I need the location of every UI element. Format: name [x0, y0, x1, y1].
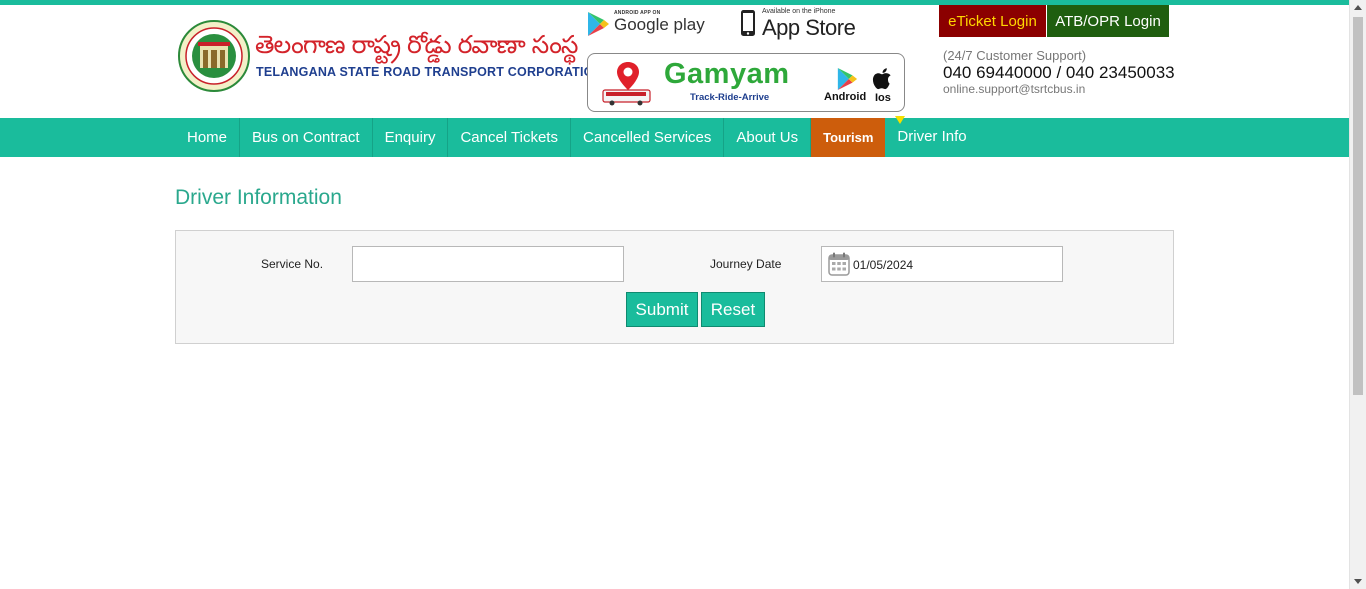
- support-phone-numbers: 040 69440000 / 040 23450033: [943, 63, 1175, 82]
- app-store-badge[interactable]: Available on the iPhone App Store: [740, 8, 856, 40]
- scroll-up-arrow-icon[interactable]: [1354, 5, 1362, 10]
- location-pin-icon: [617, 62, 639, 90]
- journey-date-label: Journey Date: [710, 257, 782, 271]
- customer-support-label: (24/7 Customer Support): [943, 48, 1087, 63]
- atb-opr-login-button[interactable]: ATB/OPR Login: [1047, 5, 1169, 37]
- nav-item-about-us[interactable]: About Us: [724, 118, 812, 157]
- scroll-down-arrow-icon[interactable]: [1354, 579, 1362, 584]
- vertical-scrollbar[interactable]: [1349, 0, 1366, 589]
- page-title: Driver Information: [175, 186, 342, 209]
- gamyam-title: Gamyam: [664, 58, 790, 90]
- main-navbar: Home Bus on Contract Enquiry Cancel Tick…: [0, 118, 1349, 157]
- play-store-icon: [837, 68, 858, 90]
- gamyam-app-banner[interactable]: Gamyam Track-Ride-Arrive Android Ios: [587, 53, 905, 112]
- eticket-login-button[interactable]: eTicket Login: [939, 5, 1046, 37]
- gamyam-android-label: Android: [824, 91, 867, 103]
- nav-item-cancel-tickets[interactable]: Cancel Tickets: [448, 118, 571, 157]
- reset-button[interactable]: Reset: [701, 292, 765, 327]
- scrollbar-thumb[interactable]: [1353, 17, 1363, 395]
- google-play-label: Google play: [614, 15, 705, 34]
- gamyam-ios-label: Ios: [875, 92, 891, 104]
- iphone-icon: [741, 10, 755, 36]
- nav-menu: Home Bus on Contract Enquiry Cancel Tick…: [175, 118, 979, 157]
- driver-info-form: Service No. Journey Date 01/05/2024 Subm…: [175, 230, 1174, 344]
- gamyam-tagline: Track-Ride-Arrive: [690, 92, 770, 103]
- nav-item-cancelled-services[interactable]: Cancelled Services: [571, 118, 725, 157]
- nav-item-tourism[interactable]: Tourism: [811, 118, 886, 157]
- nav-item-enquiry[interactable]: Enquiry: [373, 118, 449, 157]
- journey-date-value: 01/05/2024: [853, 258, 914, 272]
- bus-icon: [602, 89, 651, 106]
- nav-item-home[interactable]: Home: [175, 118, 241, 157]
- apple-icon: [872, 68, 891, 90]
- calendar-icon[interactable]: [828, 252, 850, 276]
- support-email[interactable]: online.support@tsrtcbus.in: [943, 82, 1085, 96]
- service-no-label: Service No.: [261, 257, 324, 271]
- app-store-label: App Store: [762, 15, 856, 40]
- nav-item-bus-on-contract[interactable]: Bus on Contract: [240, 118, 373, 157]
- brand-telugu-name: తెలంగాణ రాష్ట్ర రోడ్డు రవాణా సంస్థ: [255, 30, 578, 59]
- service-no-input[interactable]: [352, 246, 624, 282]
- journey-date-field[interactable]: 01/05/2024: [821, 246, 1063, 282]
- active-caret-icon: [895, 116, 905, 124]
- tsrtc-logo[interactable]: [178, 20, 250, 92]
- google-play-badge[interactable]: ANDROID APP ON Google play: [586, 9, 705, 39]
- brand-english-name: TELANGANA STATE ROAD TRANSPORT CORPORATI…: [256, 65, 603, 79]
- google-play-icon: [588, 12, 609, 36]
- app-store-small-text: Available on the iPhone: [762, 8, 836, 15]
- submit-button[interactable]: Submit: [626, 292, 698, 327]
